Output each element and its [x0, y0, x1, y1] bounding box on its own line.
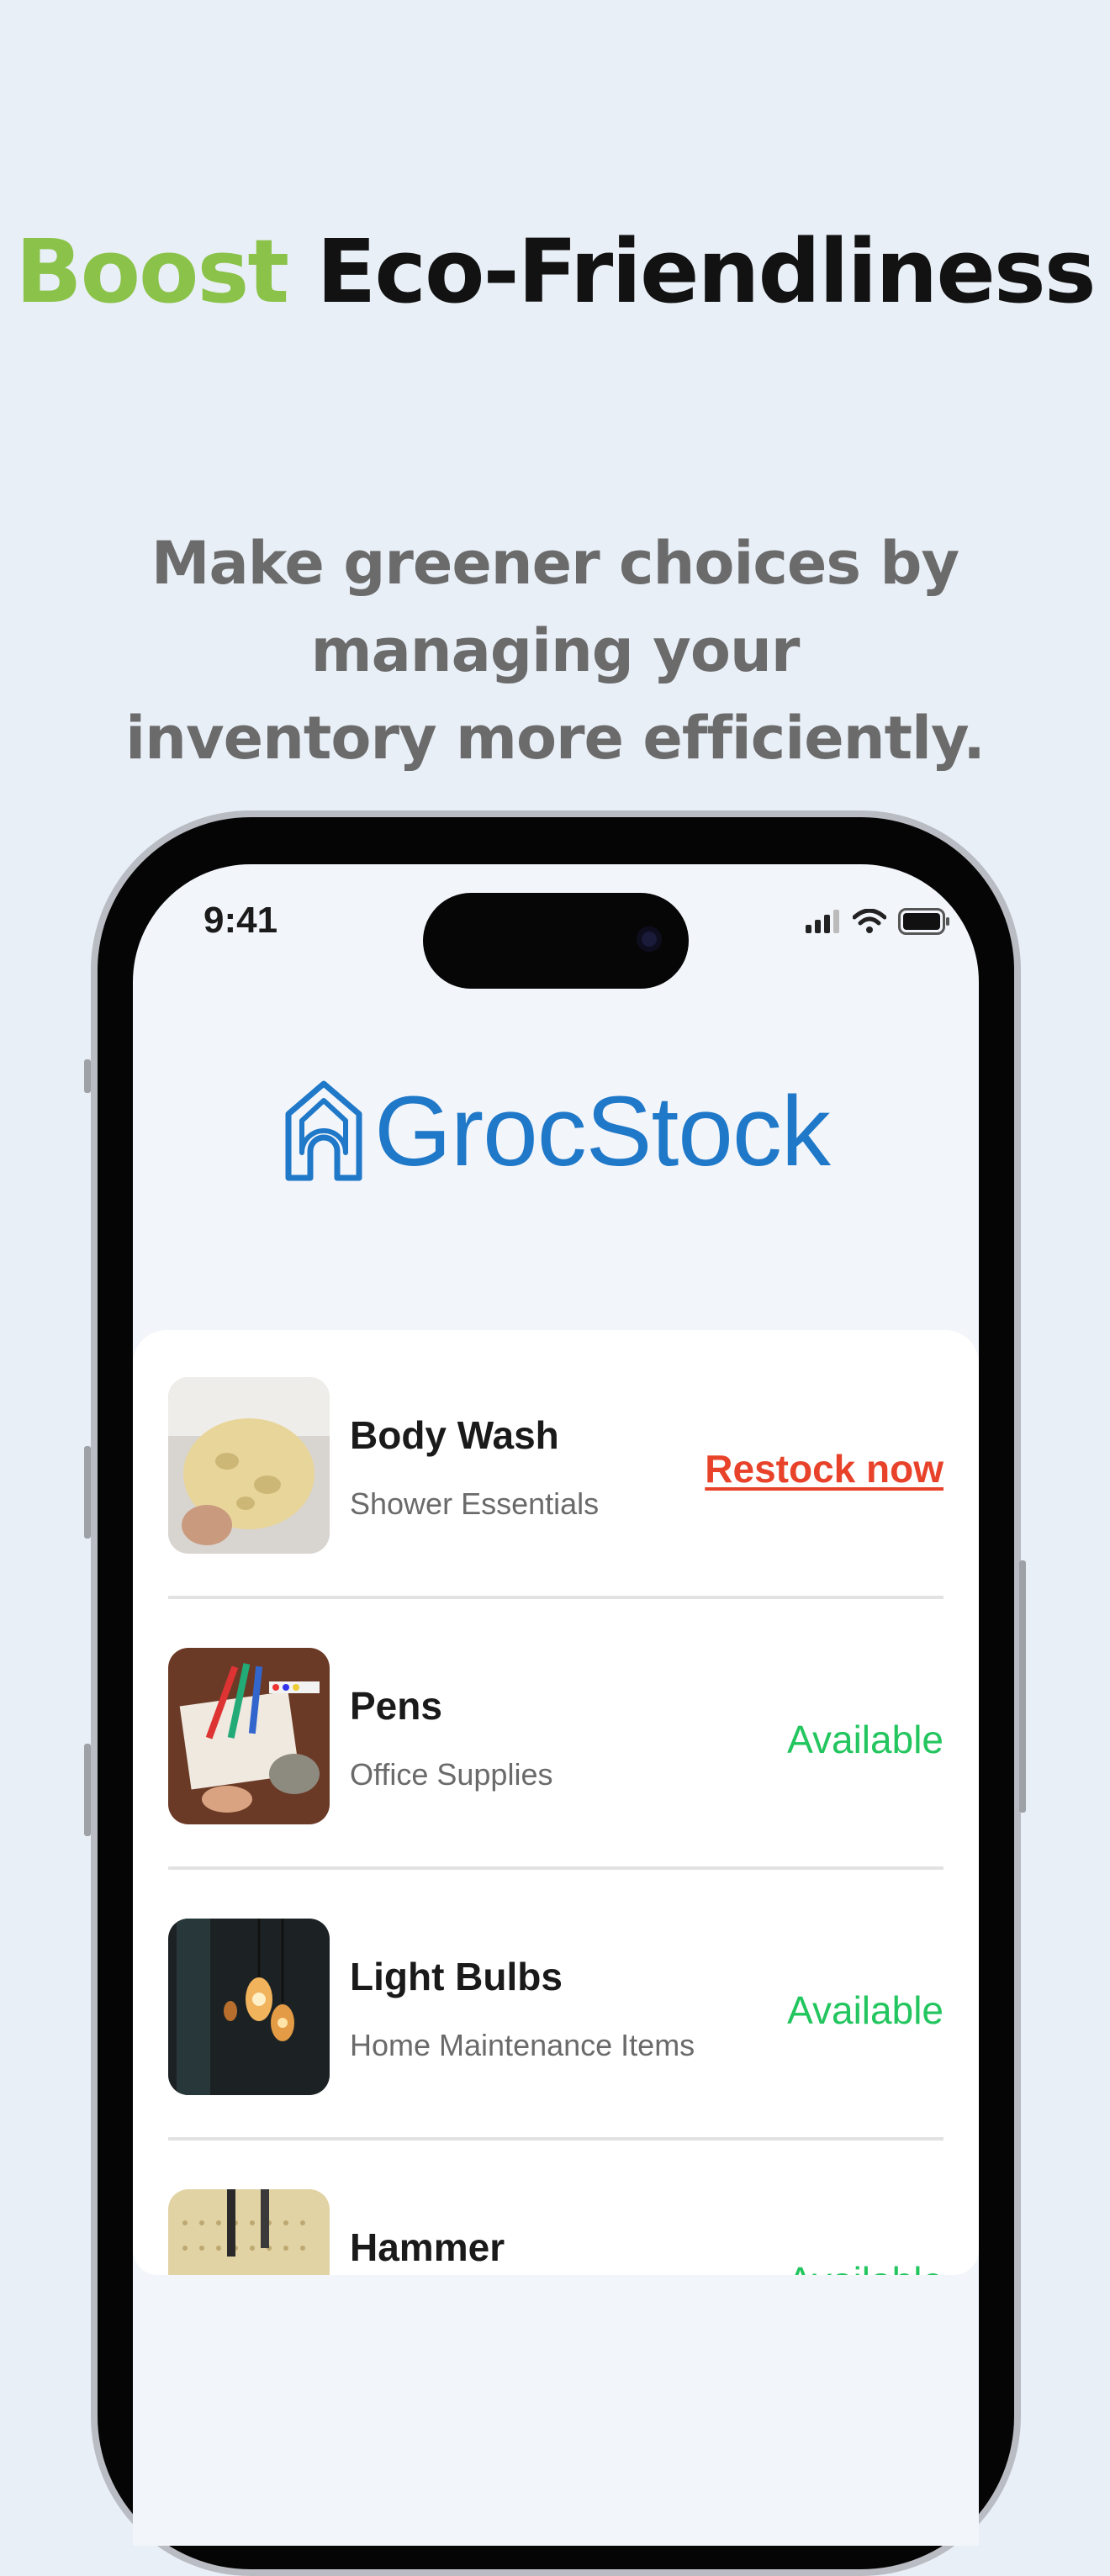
- divider: [168, 1596, 944, 1599]
- hammer-photo-icon: [168, 2189, 330, 2275]
- phone-screen: 9:41 GrocStock Body Wash Shower Essentia…: [133, 864, 979, 2546]
- headline-rest: Eco-Friendliness: [288, 220, 1096, 323]
- brand-name: GrocStock: [374, 1076, 831, 1187]
- list-item[interactable]: Hammer Available: [168, 2142, 944, 2275]
- headline-accent: Boost: [15, 220, 289, 323]
- volume-up-button: [84, 1446, 91, 1539]
- restock-link[interactable]: Restock now: [705, 1446, 944, 1491]
- list-item[interactable]: Pens Office Supplies Available: [168, 1601, 944, 1870]
- subheadline: Make greener choices by managing your in…: [0, 520, 1110, 782]
- house-logo-icon: [285, 1080, 362, 1181]
- app-logo: GrocStock: [133, 1074, 979, 1189]
- status-time: 9:41: [204, 900, 278, 941]
- power-button: [1019, 1560, 1026, 1813]
- status-label: Available: [787, 1988, 944, 2032]
- item-name: Light Bulbs: [350, 1955, 563, 1998]
- item-name: Hammer: [350, 2225, 505, 2269]
- wifi-icon: [853, 909, 886, 933]
- signal-icon: [806, 910, 839, 933]
- item-category: Home Maintenance Items: [350, 2028, 695, 2062]
- item-name: Pens: [350, 1684, 442, 1728]
- subheadline-line-1: Make greener choices by managing your: [151, 529, 959, 685]
- sponge-photo-icon: [168, 1377, 330, 1554]
- subheadline-line-2: inventory more efficiently.: [125, 704, 986, 773]
- headline: Boost Eco-Friendliness: [0, 220, 1110, 323]
- item-category: Shower Essentials: [350, 1486, 600, 1521]
- divider: [168, 2137, 944, 2141]
- camera-icon: [637, 926, 662, 952]
- battery-icon: [898, 908, 949, 935]
- list-item[interactable]: Body Wash Shower Essentials Restock now: [168, 1330, 944, 1599]
- dynamic-island: [423, 893, 689, 989]
- item-category: Office Supplies: [350, 1757, 553, 1792]
- pens-photo-icon: [168, 1648, 330, 1824]
- status-label: Available: [787, 1718, 944, 1761]
- status-icons: [804, 908, 950, 935]
- action-button: [84, 1059, 91, 1093]
- bulbs-photo-icon: [168, 1919, 330, 2095]
- list-item[interactable]: Light Bulbs Home Maintenance Items Avail…: [168, 1871, 944, 2141]
- item-name: Body Wash: [350, 1413, 559, 1457]
- status-label: Available: [787, 2258, 944, 2275]
- divider: [168, 1866, 944, 1870]
- inventory-list: Body Wash Shower Essentials Restock now: [133, 1330, 979, 2275]
- volume-down-button: [84, 1744, 91, 1836]
